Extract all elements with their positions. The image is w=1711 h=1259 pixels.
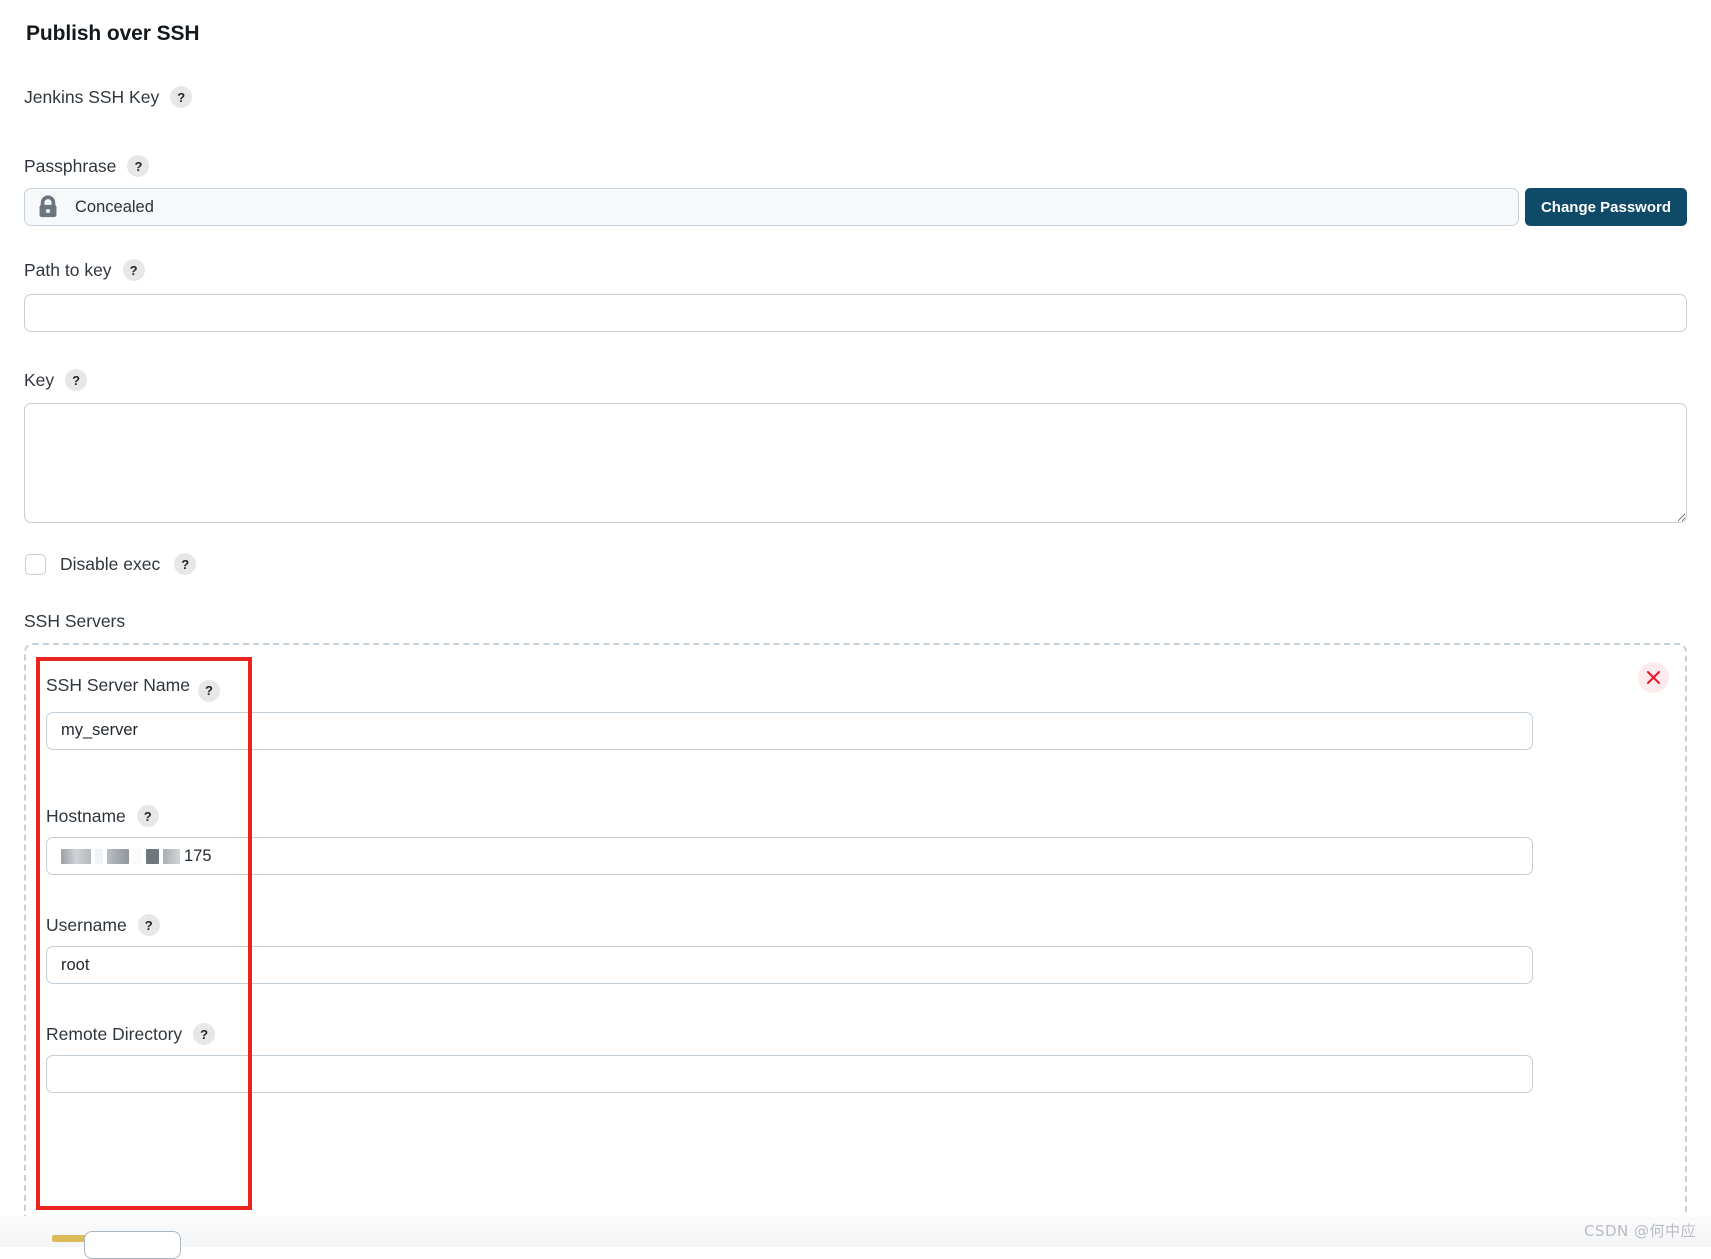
redaction-block [61, 848, 91, 864]
ssh-servers-label: SSH Servers [24, 611, 126, 631]
hostname-value-row: 175 [61, 838, 1518, 874]
bottom-toolbar-strip [0, 1216, 1711, 1247]
passphrase-label-text: Passphrase [24, 155, 117, 176]
remote-directory-label-text: Remote Directory [46, 1023, 183, 1044]
hostname-visible-text: 175 [184, 846, 212, 865]
username-label: Username ? [46, 914, 1533, 936]
key-wrap [24, 403, 1687, 523]
help-question-icon[interactable]: ? [136, 805, 159, 827]
disable-exec-row[interactable]: Disable exec ? [25, 553, 197, 575]
passphrase-concealed-field: Concealed [24, 188, 1519, 226]
passphrase-label: Passphrase ? [24, 155, 150, 177]
path-to-key-input[interactable] [24, 294, 1687, 332]
change-password-button[interactable]: Change Password [1524, 188, 1687, 226]
ssh-servers-panel: SSH Server Name? Hostname ? [24, 643, 1687, 1228]
disable-exec-checkbox[interactable] [25, 553, 46, 575]
page-title: Publish over SSH [26, 22, 200, 45]
path-to-key-label-text: Path to key [24, 259, 112, 280]
hostname-label: Hostname ? [46, 805, 1533, 827]
hostname-label-text: Hostname [46, 805, 126, 826]
passphrase-row: Concealed Change Password [24, 188, 1687, 226]
close-x-icon [1647, 671, 1660, 684]
disable-exec-label: Disable exec [60, 553, 161, 574]
help-question-icon[interactable]: ? [122, 259, 145, 281]
ssh-server-name-label: SSH Server Name? [46, 673, 1533, 702]
help-question-icon[interactable]: ? [174, 553, 197, 575]
remove-ssh-server-button[interactable] [1638, 662, 1669, 693]
help-question-icon[interactable]: ? [193, 1023, 216, 1045]
jenkins-ssh-key-label: Jenkins SSH Key ? [24, 86, 193, 108]
help-question-icon[interactable]: ? [170, 86, 193, 108]
redaction-block [107, 848, 129, 864]
publish-over-ssh-form: Publish over SSH Jenkins SSH Key ? Passp… [0, 0, 1711, 1259]
help-question-icon[interactable]: ? [127, 155, 150, 177]
add-server-button[interactable] [84, 1231, 181, 1259]
hostname-input[interactable]: 175 [46, 837, 1533, 875]
key-label-text: Key [24, 369, 55, 390]
ssh-server-name-input[interactable] [46, 711, 1533, 750]
hostname-field: Hostname ? 175 [46, 805, 1533, 875]
remote-directory-label: Remote Directory ? [46, 1023, 1533, 1045]
help-question-icon[interactable]: ? [137, 914, 160, 936]
help-question-icon[interactable]: ? [197, 679, 220, 702]
username-field: Username ? [46, 914, 1533, 984]
ssh-server-name-label-text: SSH Server Name [46, 675, 190, 695]
redaction-block [163, 848, 180, 864]
key-label: Key ? [24, 369, 88, 391]
jenkins-ssh-key-label-text: Jenkins SSH Key [24, 86, 160, 107]
lock-icon [39, 195, 57, 218]
username-label-text: Username [46, 914, 127, 935]
passphrase-value: Concealed [75, 197, 154, 216]
ssh-server-name-field: SSH Server Name? [46, 673, 1533, 750]
key-textarea[interactable] [24, 403, 1687, 523]
redaction-block [95, 848, 103, 864]
username-input[interactable] [46, 946, 1533, 984]
path-to-key-label: Path to key ? [24, 259, 145, 281]
path-to-key-wrap [24, 294, 1687, 332]
redaction-block [133, 848, 142, 864]
remote-directory-input[interactable] [46, 1055, 1533, 1093]
redaction-block [146, 848, 159, 864]
ssh-server-entry: SSH Server Name? Hostname ? [26, 645, 1685, 1226]
remote-directory-field: Remote Directory ? [46, 1023, 1533, 1093]
help-question-icon[interactable]: ? [65, 369, 88, 391]
watermark: CSDN @何中应 [1583, 1222, 1696, 1240]
